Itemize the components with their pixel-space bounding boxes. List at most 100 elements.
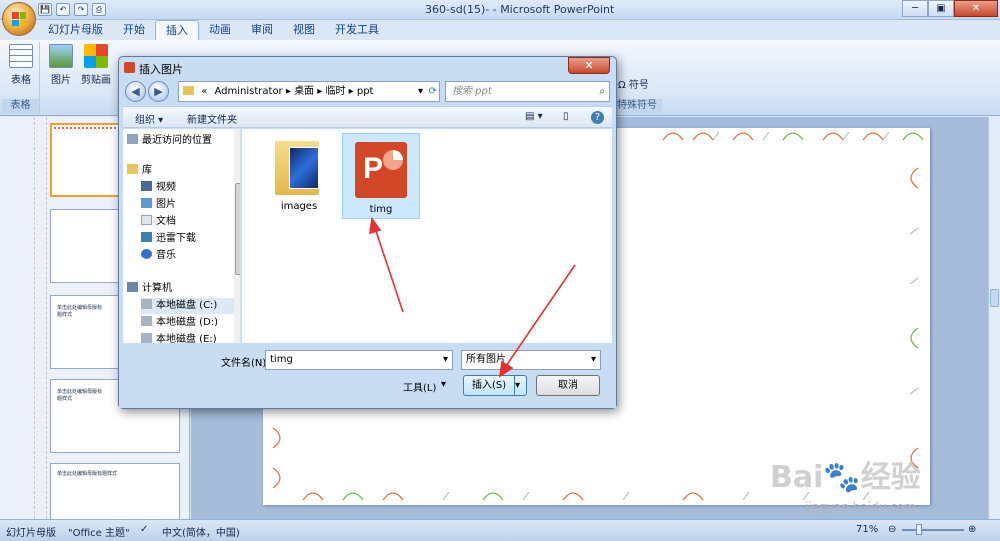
tab-home[interactable]: 开始 [113, 20, 155, 40]
search-icon[interactable]: ⌕ [599, 82, 605, 101]
breadcrumb-ppt[interactable]: ppt [357, 86, 374, 97]
tab-slide-master[interactable]: 幻灯片母版 [38, 20, 113, 40]
preview-pane-icon[interactable]: ▯ [563, 111, 569, 122]
table-group-label: 表格 [2, 99, 39, 113]
file-item-images[interactable]: images [260, 133, 338, 219]
clipart-button[interactable]: 剪贴画 [78, 44, 114, 86]
nav-drive-c[interactable]: 本地磁盘 (C:) [141, 298, 240, 314]
nav-recent-places[interactable]: 最近访问的位置 [127, 133, 237, 149]
drive-icon [141, 316, 152, 326]
zoom-level[interactable]: 71% [856, 524, 878, 535]
symbol-button[interactable]: Ω 符号 [618, 76, 658, 91]
clipart-icon [84, 44, 108, 68]
undo-icon[interactable]: ↶ [56, 3, 70, 16]
office-logo-icon [12, 12, 26, 26]
view-options-icon[interactable]: ▤ ▾ [525, 111, 543, 122]
drive-icon [141, 299, 152, 309]
omega-icon: Ω [618, 80, 629, 91]
zoom-in-icon[interactable]: ⊕ [968, 524, 976, 535]
search-input[interactable]: 搜索 ppt ⌕ [445, 81, 610, 102]
new-folder-button[interactable]: 新建文件夹 [187, 111, 237, 126]
tools-dropdown-icon[interactable]: ▾ [441, 379, 446, 390]
dialog-navigation-row: ◀ ▶ « Administrator ▸ 桌面 ▸ 临时 ▸ ppt ▾ ⟳ … [123, 79, 612, 105]
organize-menu[interactable]: 组织 ▾ [135, 111, 163, 126]
filename-dropdown-icon[interactable]: ▾ [443, 351, 448, 369]
music-icon [141, 249, 152, 259]
zoom-slider[interactable] [902, 529, 964, 531]
nav-music[interactable]: 音乐 [141, 248, 240, 264]
powerpoint-file-icon: P [355, 142, 407, 198]
vertical-scrollbar[interactable] [988, 117, 1000, 519]
forward-button[interactable]: ▶ [148, 81, 169, 102]
tools-menu[interactable]: 工具(L) [403, 379, 436, 394]
pane-guide [34, 117, 35, 519]
nav-pictures[interactable]: 图片 [141, 197, 240, 213]
quick-access-toolbar: 💾 ↶ ↷ ⎙ [38, 3, 106, 16]
tree-scroll-thumb[interactable] [235, 183, 240, 275]
picture-icon [49, 44, 73, 68]
filename-input[interactable]: timg ▾ [265, 350, 453, 370]
status-language[interactable]: 中文(简体，中国) [162, 524, 240, 539]
library-icon [127, 164, 138, 174]
filetype-dropdown-icon[interactable]: ▾ [591, 351, 596, 369]
tab-review[interactable]: 审阅 [241, 20, 283, 40]
office-button[interactable] [2, 2, 36, 36]
document-icon [141, 215, 152, 225]
minimize-button[interactable]: ─ [902, 0, 928, 17]
refresh-icon[interactable]: ⟳ [429, 82, 437, 101]
tab-view[interactable]: 视图 [283, 20, 325, 40]
back-button[interactable]: ◀ [125, 81, 146, 102]
nav-thunder-downloads[interactable]: 迅雷下载 [141, 231, 240, 247]
picture-button[interactable]: 图片 [46, 44, 76, 86]
folder-icon [183, 86, 194, 95]
tree-scrollbar[interactable] [234, 129, 240, 343]
address-dropdown-icon[interactable]: ▾ [418, 82, 423, 101]
spellcheck-icon[interactable]: ✓ [140, 524, 148, 535]
help-icon[interactable]: ? [591, 111, 604, 124]
tab-insert[interactable]: 插入 [155, 20, 199, 40]
cancel-button[interactable]: 取消 [536, 375, 600, 396]
status-view: 幻灯片母版 [6, 528, 56, 539]
insert-button[interactable]: 插入(S) ▾ [463, 375, 527, 396]
breadcrumb-temp[interactable]: 临时 [325, 86, 345, 97]
close-button[interactable]: ✕ [954, 0, 998, 17]
address-bar[interactable]: « Administrator ▸ 桌面 ▸ 临时 ▸ ppt ▾ ⟳ [178, 81, 440, 102]
zoom-slider-thumb[interactable] [916, 524, 922, 535]
slide-thumbnail[interactable]: 单击此处编辑母版标题样式 [50, 463, 180, 519]
folder-icon [275, 135, 323, 195]
insert-dropdown-icon[interactable]: ▾ [514, 376, 526, 395]
symbol-group: Ω 符号 特殊符号 [612, 42, 662, 114]
nav-drive-d[interactable]: 本地磁盘 (D:) [141, 315, 240, 331]
breadcrumb-desktop[interactable]: 桌面 [294, 86, 314, 97]
file-item-timg[interactable]: P timg [342, 133, 420, 219]
print-icon[interactable]: ⎙ [92, 3, 106, 16]
nav-videos[interactable]: 视频 [141, 180, 240, 196]
filetype-select[interactable]: 所有图片 ▾ [461, 350, 601, 370]
maximize-button[interactable]: ▣ [928, 0, 954, 17]
nav-drive-e[interactable]: 本地磁盘 (E:) [141, 332, 240, 343]
dialog-close-button[interactable]: ✕ [568, 57, 610, 74]
illustrations-group: 图片 剪贴画 [42, 42, 120, 114]
filename-label: 文件名(N): [221, 358, 270, 369]
filename-area: 文件名(N): timg ▾ 所有图片 ▾ 工具(L) ▾ 插入(S) ▾ 取消 [119, 344, 616, 408]
breadcrumb-administrator[interactable]: Administrator [215, 86, 283, 97]
file-list-area: images P timg [242, 129, 612, 343]
nav-libraries[interactable]: 库 [127, 163, 237, 179]
dialog-title: 插入图片 [139, 63, 183, 76]
save-icon[interactable]: 💾 [38, 3, 52, 16]
nav-computer[interactable]: 计算机 [127, 281, 237, 297]
tab-animation[interactable]: 动画 [199, 20, 241, 40]
watermark-url: jingyan.baidu.com [805, 500, 916, 514]
table-button[interactable]: 表格 [7, 44, 35, 86]
paw-icon: 🐾 [823, 460, 861, 495]
nav-documents[interactable]: 文档 [141, 214, 240, 230]
scroll-thumb[interactable] [990, 289, 999, 307]
table-icon [9, 44, 33, 68]
baidu-watermark: Bai🐾经验 [770, 460, 921, 495]
redo-icon[interactable]: ↷ [74, 3, 88, 16]
ribbon-tabs: 幻灯片母版 开始 插入 动画 审阅 视图 开发工具 [38, 20, 389, 40]
picture-icon [141, 198, 152, 208]
tab-developer[interactable]: 开发工具 [325, 20, 389, 40]
dialog-app-icon [124, 62, 135, 73]
zoom-out-icon[interactable]: ⊖ [888, 524, 896, 535]
